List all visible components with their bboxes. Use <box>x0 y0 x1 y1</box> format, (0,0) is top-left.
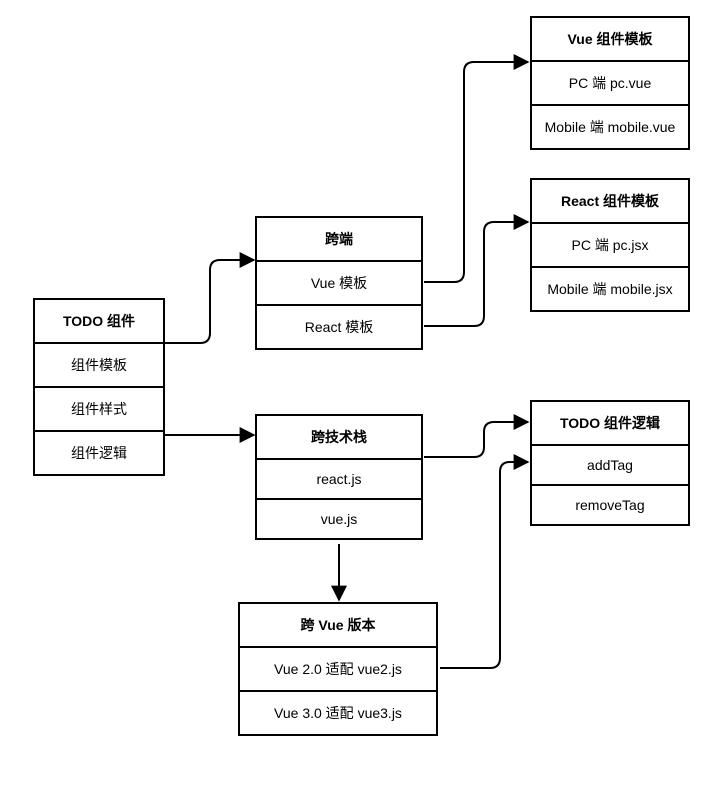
node-row: Vue 2.0 适配 vue2.js <box>240 646 436 690</box>
node-todo-logic: TODO 组件逻辑 addTag removeTag <box>530 400 690 526</box>
node-row: 组件逻辑 <box>35 430 163 474</box>
node-row: addTag <box>532 444 688 484</box>
node-react-template: React 组件模板 PC 端 pc.jsx Mobile 端 mobile.j… <box>530 178 690 312</box>
node-title: TODO 组件逻辑 <box>532 402 688 444</box>
node-row: 组件模板 <box>35 342 163 386</box>
node-row: removeTag <box>532 484 688 524</box>
node-title: React 组件模板 <box>532 180 688 222</box>
node-row: PC 端 pc.jsx <box>532 222 688 266</box>
node-row: Vue 模板 <box>257 260 421 304</box>
node-title: 跨技术栈 <box>257 416 421 458</box>
node-title: 跨端 <box>257 218 421 260</box>
node-row: Mobile 端 mobile.vue <box>532 104 688 148</box>
node-row: vue.js <box>257 498 421 538</box>
node-row: Vue 3.0 适配 vue3.js <box>240 690 436 734</box>
node-cross-vue-version: 跨 Vue 版本 Vue 2.0 适配 vue2.js Vue 3.0 适配 v… <box>238 602 438 736</box>
node-row: React 模板 <box>257 304 421 348</box>
node-cross-stack: 跨技术栈 react.js vue.js <box>255 414 423 540</box>
node-row: react.js <box>257 458 421 498</box>
node-row: PC 端 pc.vue <box>532 60 688 104</box>
node-title: TODO 组件 <box>35 300 163 342</box>
node-title: 跨 Vue 版本 <box>240 604 436 646</box>
node-title: Vue 组件模板 <box>532 18 688 60</box>
node-todo-component: TODO 组件 组件模板 组件样式 组件逻辑 <box>33 298 165 476</box>
node-row: Mobile 端 mobile.jsx <box>532 266 688 310</box>
node-cross-platform: 跨端 Vue 模板 React 模板 <box>255 216 423 350</box>
node-row: 组件样式 <box>35 386 163 430</box>
node-vue-template: Vue 组件模板 PC 端 pc.vue Mobile 端 mobile.vue <box>530 16 690 150</box>
